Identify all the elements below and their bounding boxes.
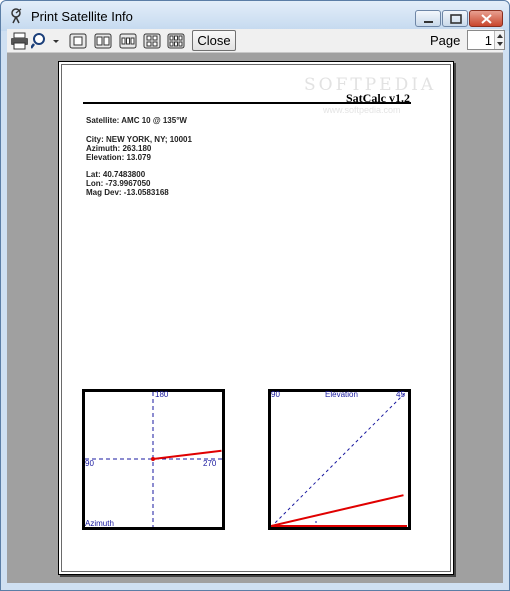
elevation-plot: 90 Elevation 45	[268, 389, 411, 530]
printer-icon[interactable]	[10, 32, 30, 50]
window-title: Print Satellite Info	[31, 9, 133, 24]
page-number-value: 1	[484, 33, 492, 48]
close-button[interactable]: Close	[192, 30, 236, 51]
elevation-line: Elevation: 13.079	[86, 153, 151, 162]
page-frame: SOFTPEDIA www.softpedia.com SatCalc v1.2…	[61, 64, 451, 572]
satellite-dish-icon	[11, 8, 22, 24]
spin-arrows-icon	[497, 34, 503, 46]
elevation-plot-graphic	[271, 392, 407, 527]
elevation-label-title: Elevation	[325, 390, 358, 399]
zoom-icon[interactable]	[31, 32, 51, 50]
azimuth-origin-dot	[151, 457, 155, 461]
maximize-button[interactable]	[442, 10, 468, 27]
azimuth-label-left: 90	[85, 459, 94, 468]
elevation-label-right: 45	[396, 390, 405, 399]
print-preview-window: Print Satellite Info Close Page 1 SOFTPE…	[0, 0, 510, 591]
page-label: Page	[430, 33, 461, 48]
azimuth-indicator-line	[152, 449, 222, 460]
minimize-icon	[424, 21, 433, 23]
header-rule	[83, 102, 411, 104]
three-pages-icon[interactable]	[118, 32, 138, 50]
lat-line: Lat: 40.7483800	[86, 170, 146, 179]
watermark-url: www.softpedia.com	[323, 105, 401, 115]
preview-area[interactable]: SOFTPEDIA www.softpedia.com SatCalc v1.2…	[7, 53, 503, 583]
azimuth-label-right: 270	[203, 459, 217, 468]
one-page-icon[interactable]	[68, 32, 88, 50]
close-icon	[481, 14, 492, 24]
page-spinner[interactable]	[494, 31, 504, 49]
lon-line: Lon: -73.9967050	[86, 179, 151, 188]
page-number-field[interactable]: 1	[467, 30, 505, 50]
elevation-indicator-line	[271, 494, 404, 527]
satellite-line: Satellite: AMC 10 @ 135°W	[86, 116, 187, 125]
minimize-button[interactable]	[415, 10, 441, 27]
two-pages-icon[interactable]	[93, 32, 113, 50]
four-pages-icon[interactable]	[142, 32, 162, 50]
preview-page: SOFTPEDIA www.softpedia.com SatCalc v1.2…	[58, 61, 454, 575]
elevation-label-left: 90	[271, 390, 280, 399]
azimuth-line: Azimuth: 263.180	[86, 144, 152, 153]
azimuth-label-top: 180	[155, 390, 169, 399]
six-pages-icon[interactable]	[166, 32, 186, 50]
magdev-line: Mag Dev: -13.0583168	[86, 188, 169, 197]
azimuth-label-bottom: Azimuth	[85, 519, 114, 528]
city-line: City: NEW YORK, NY; 10001	[86, 135, 192, 144]
title-bar[interactable]: Print Satellite Info	[1, 1, 509, 31]
preview-toolbar: Close Page 1	[7, 29, 505, 53]
azimuth-plot: 180 90 270 Azimuth	[82, 389, 225, 530]
maximize-icon	[450, 14, 462, 24]
window-close-button[interactable]	[469, 10, 503, 27]
elevation-45-guide	[271, 392, 407, 527]
azimuth-plot-graphic	[85, 392, 222, 527]
dropdown-arrow-icon[interactable]	[51, 32, 61, 50]
